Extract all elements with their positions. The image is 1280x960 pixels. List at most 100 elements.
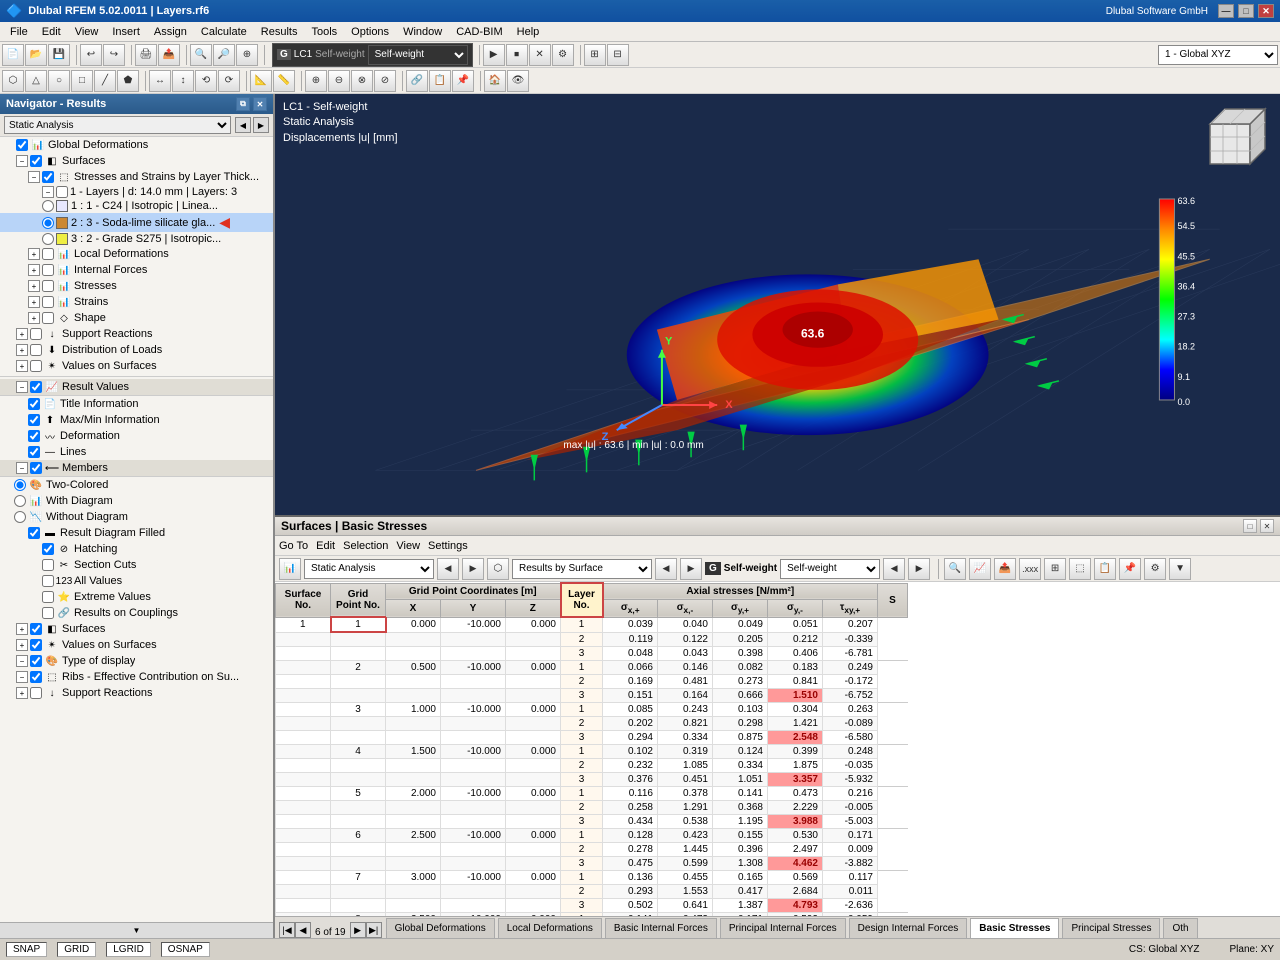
tb-btn-f[interactable]: ⊟: [607, 44, 629, 66]
results-maximize-button[interactable]: □: [1243, 519, 1257, 533]
tab-basic-internal-forces[interactable]: Basic Internal Forces: [605, 918, 717, 938]
tb2-btn-l[interactable]: 📏: [273, 70, 295, 92]
check-stresses-strains[interactable]: [42, 171, 54, 183]
results-goto[interactable]: Go To: [279, 540, 308, 552]
tb2-btn-p[interactable]: ⊘: [374, 70, 396, 92]
tree-shape[interactable]: + ◇ Shape: [0, 310, 273, 326]
check-global-deformations[interactable]: [16, 139, 28, 151]
tb2-btn-o[interactable]: ⊗: [351, 70, 373, 92]
internal-forces-toggle[interactable]: +: [28, 264, 40, 276]
values-on-surfaces-toggle[interactable]: +: [16, 360, 28, 372]
zoom-out-button[interactable]: 🔎: [213, 44, 235, 66]
tree-all-values[interactable]: 123 All Values: [0, 573, 273, 589]
check-values-on-surfaces2[interactable]: [30, 639, 42, 651]
menu-assign[interactable]: Assign: [148, 25, 193, 39]
results-export-btn[interactable]: 📤: [994, 558, 1016, 580]
radio-two-colored[interactable]: [14, 479, 26, 491]
strains-toggle[interactable]: +: [28, 296, 40, 308]
check-support-reactions2[interactable]: [30, 687, 42, 699]
tree-hatching[interactable]: ⊘ Hatching: [0, 541, 273, 557]
minimize-button[interactable]: —: [1218, 4, 1234, 18]
tab-next-btn[interactable]: ▶: [350, 922, 366, 938]
tb2-btn-f[interactable]: ⬟: [117, 70, 139, 92]
stresses-toggle[interactable]: +: [28, 280, 40, 292]
check-surfaces[interactable]: [30, 155, 42, 167]
values-on-surfaces2-toggle[interactable]: +: [16, 639, 28, 651]
check-members[interactable]: [30, 462, 42, 474]
results-xxx-btn[interactable]: .xxx: [1019, 558, 1041, 580]
tb2-btn-g[interactable]: ↔: [149, 70, 171, 92]
results-more-btn2[interactable]: ⬚: [1069, 558, 1091, 580]
zoom-all-button[interactable]: ⊕: [236, 44, 258, 66]
results-lc-prev-btn[interactable]: ◀: [883, 558, 905, 580]
redo-button[interactable]: ↪: [103, 44, 125, 66]
menu-options[interactable]: Options: [345, 25, 395, 39]
check-result-values[interactable]: [30, 381, 42, 393]
tb2-btn-b[interactable]: △: [25, 70, 47, 92]
results-more-btn5[interactable]: ⚙: [1144, 558, 1166, 580]
results-lc-combo[interactable]: Self-weight: [780, 559, 880, 579]
tb2-btn-d[interactable]: □: [71, 70, 93, 92]
tree-values-on-surfaces[interactable]: + ✴ Values on Surfaces: [0, 358, 273, 374]
check-hatching[interactable]: [42, 543, 54, 555]
tb2-btn-r[interactable]: 📋: [429, 70, 451, 92]
nav-next-button[interactable]: ▶: [253, 117, 269, 133]
tb2-btn-m[interactable]: ⊕: [305, 70, 327, 92]
results-table-container[interactable]: SurfaceNo. GridPoint No. Grid Point Coor…: [275, 582, 1280, 916]
check-shape[interactable]: [42, 312, 54, 324]
menu-results[interactable]: Results: [255, 25, 304, 39]
tb-btn-e[interactable]: ⊞: [584, 44, 606, 66]
menu-insert[interactable]: Insert: [106, 25, 146, 39]
members-toggle[interactable]: −: [16, 462, 28, 474]
results-more-btn3[interactable]: 📋: [1094, 558, 1116, 580]
distribution-loads-toggle[interactable]: +: [16, 344, 28, 356]
check-type-of-display[interactable]: [30, 655, 42, 667]
results-surface-combo[interactable]: Results by Surface: [512, 559, 652, 579]
menu-help[interactable]: Help: [511, 25, 546, 39]
tree-stresses[interactable]: + 📊 Stresses: [0, 278, 273, 294]
tree-surfaces-sub[interactable]: + ◧ Surfaces: [0, 621, 273, 637]
local-def-toggle[interactable]: +: [28, 248, 40, 260]
osnap-indicator[interactable]: OSNAP: [161, 942, 210, 957]
tb2-btn-c[interactable]: ○: [48, 70, 70, 92]
nav-close-button[interactable]: ✕: [253, 97, 267, 111]
tb2-btn-a[interactable]: ⬡: [2, 70, 24, 92]
radio-with-diagram[interactable]: [14, 495, 26, 507]
check-deformation[interactable]: [28, 430, 40, 442]
tab-principal-stresses[interactable]: Principal Stresses: [1062, 918, 1160, 938]
lc-dropdown[interactable]: Self-weight: [368, 45, 468, 65]
menu-calculate[interactable]: Calculate: [195, 25, 253, 39]
check-local-deformations[interactable]: [42, 248, 54, 260]
maximize-button[interactable]: □: [1238, 4, 1254, 18]
tb-btn-b[interactable]: ⏹: [506, 44, 528, 66]
menu-cad-bim[interactable]: CAD-BIM: [450, 25, 508, 39]
check-ribs[interactable]: [30, 671, 42, 683]
tb-btn-d[interactable]: ⚙: [552, 44, 574, 66]
menu-view[interactable]: View: [69, 25, 105, 39]
tree-lines[interactable]: — Lines: [0, 444, 273, 460]
menu-window[interactable]: Window: [397, 25, 448, 39]
results-filter-btn[interactable]: 🔍: [944, 558, 966, 580]
tb2-btn-h[interactable]: ↕: [172, 70, 194, 92]
menu-edit[interactable]: Edit: [36, 25, 67, 39]
tb-btn-c[interactable]: ✕: [529, 44, 551, 66]
results-view[interactable]: View: [396, 540, 420, 552]
zoom-in-button[interactable]: 🔍: [190, 44, 212, 66]
open-button[interactable]: 📂: [25, 44, 47, 66]
tab-oth[interactable]: Oth: [1163, 918, 1197, 938]
analysis-combo[interactable]: Static Analysis: [4, 116, 231, 134]
tb2-btn-k[interactable]: 📐: [250, 70, 272, 92]
tree-surfaces-group[interactable]: − ◧ Surfaces: [0, 153, 273, 169]
results-edit[interactable]: Edit: [316, 540, 335, 552]
tb2-btn-t[interactable]: 🏠: [484, 70, 506, 92]
tree-strains[interactable]: + 📊 Strains: [0, 294, 273, 310]
check-support-reactions[interactable]: [30, 328, 42, 340]
tab-principal-internal-forces[interactable]: Principal Internal Forces: [720, 918, 846, 938]
tree-ribs[interactable]: − ⬚ Ribs - Effective Contribution on Su.…: [0, 669, 273, 685]
print-button[interactable]: 🖨: [135, 44, 157, 66]
tree-distribution-loads[interactable]: + ⬇ Distribution of Loads: [0, 342, 273, 358]
tab-design-internal-forces[interactable]: Design Internal Forces: [849, 918, 968, 938]
check-distribution-loads[interactable]: [30, 344, 42, 356]
check-surfaces-sub[interactable]: [30, 623, 42, 635]
results-more-btn4[interactable]: 📌: [1119, 558, 1141, 580]
